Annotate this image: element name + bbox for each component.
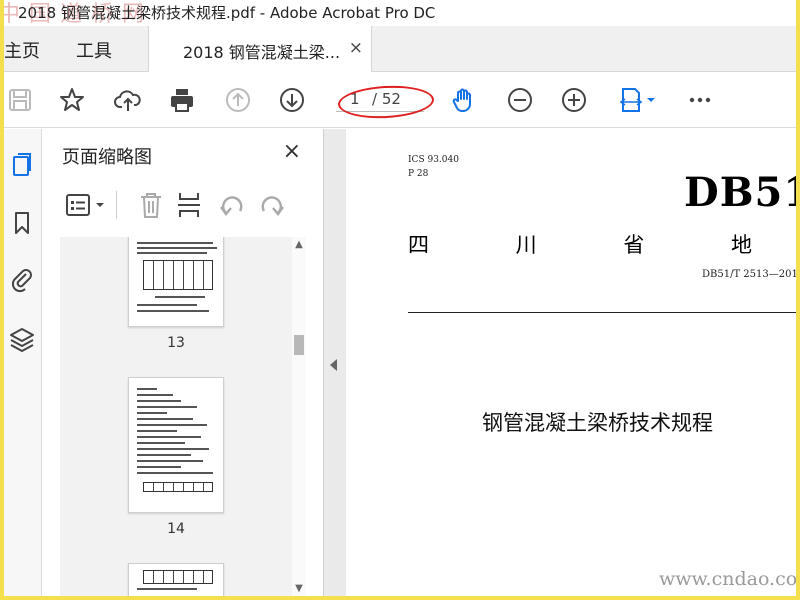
thumbnail-page[interactable]	[128, 563, 224, 596]
rotate-right-icon[interactable]	[258, 193, 286, 219]
zoom-in-icon[interactable]	[558, 84, 590, 116]
document-page: ICS 93.040 P 28 DB51 四 川 省 地 方 标 准 DB51/…	[346, 129, 796, 596]
extract-pages-icon[interactable]	[176, 191, 202, 219]
thumbnail-page[interactable]	[128, 237, 224, 327]
attachment-icon[interactable]	[8, 265, 36, 293]
panel-title: 页面缩略图	[62, 147, 152, 168]
app-window: 中 国 道 桥 网 2018 钢管混凝土梁桥技术规程.pdf - Adobe A…	[4, 0, 796, 596]
hand-icon[interactable]	[448, 84, 480, 116]
trash-icon[interactable]	[138, 191, 164, 219]
save-icon[interactable]	[4, 84, 36, 116]
document-view[interactable]: ICS 93.040 P 28 DB51 四 川 省 地 方 标 准 DB51/…	[346, 129, 796, 596]
thumbnail-page-number: 13	[167, 335, 185, 351]
heading-rule	[408, 312, 796, 313]
province-standard-heading: 四 川 省 地 方 标 准	[408, 233, 796, 257]
page-down-icon[interactable]	[276, 84, 308, 116]
star-icon[interactable]	[56, 84, 88, 116]
collapse-arrow-icon[interactable]	[330, 359, 337, 371]
ics-code: ICS 93.040	[408, 155, 459, 165]
layers-icon[interactable]	[8, 325, 36, 353]
tab-tools[interactable]: 工具	[76, 37, 112, 63]
more-icon[interactable]	[684, 84, 716, 116]
document-title: 钢管混凝土梁桥技术规程	[482, 411, 713, 435]
fit-page-icon[interactable]	[614, 84, 660, 116]
thumbnail-list: 13 14	[60, 237, 306, 596]
cloud-upload-icon[interactable]	[112, 84, 144, 116]
tab-bar: 主页 工具 2018 钢管混凝土梁... ×	[4, 26, 796, 73]
zoom-out-icon[interactable]	[504, 84, 536, 116]
options-menu-icon[interactable]	[66, 193, 110, 217]
tab-document[interactable]: 2018 钢管混凝土梁... ×	[148, 26, 372, 73]
tab-document-label: 2018 钢管混凝土梁...	[183, 43, 341, 62]
page-thumbnails-icon[interactable]	[8, 151, 36, 179]
scroll-down-icon[interactable]: ▼	[292, 583, 306, 594]
panel-splitter[interactable]	[324, 129, 346, 596]
toolbar-divider	[116, 191, 117, 219]
panel-toolbar	[60, 187, 310, 223]
panel-close-icon[interactable]: ×	[283, 139, 301, 164]
print-icon[interactable]	[166, 84, 198, 116]
thumbnail-page[interactable]	[128, 377, 224, 513]
close-icon[interactable]: ×	[349, 38, 363, 58]
thumbnail-page-number: 14	[167, 521, 185, 537]
bookmark-icon[interactable]	[8, 209, 36, 237]
standard-number: DB51/T 2513—2018	[702, 269, 796, 280]
thumbnails-panel: 页面缩略图 × 13 14 ▲ ▼	[42, 129, 324, 596]
navigation-rail	[4, 129, 42, 596]
rotate-left-icon[interactable]	[218, 193, 246, 219]
p-code: P 28	[408, 169, 429, 179]
scroll-thumb[interactable]	[294, 335, 304, 355]
window-title: 2018 钢管混凝土梁桥技术规程.pdf - Adobe Acrobat Pro…	[18, 4, 436, 22]
tab-home[interactable]: 主页	[4, 37, 40, 63]
scroll-up-icon[interactable]: ▲	[292, 239, 306, 250]
title-bar: 中 国 道 桥 网 2018 钢管混凝土梁桥技术规程.pdf - Adobe A…	[4, 0, 796, 27]
standard-code-heading: DB51	[684, 169, 796, 216]
site-watermark: www.cndao.com	[659, 568, 796, 590]
page-up-icon[interactable]	[222, 84, 254, 116]
thumbnail-scrollbar[interactable]: ▲ ▼	[292, 237, 306, 596]
